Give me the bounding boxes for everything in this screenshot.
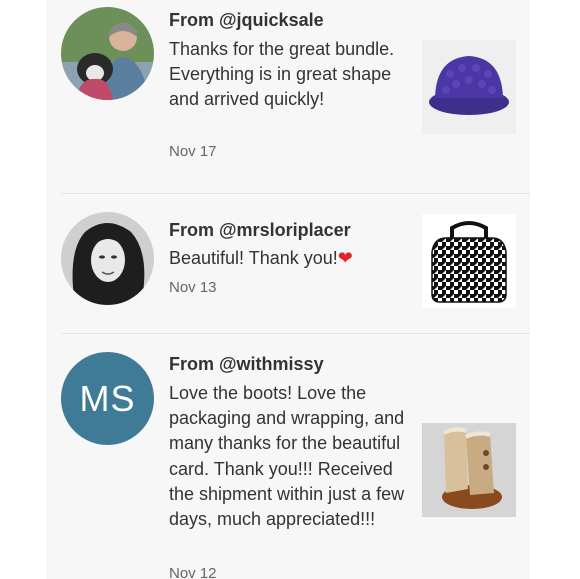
review-author[interactable]: From @jquicksale xyxy=(169,10,324,31)
review-date: Nov 12 xyxy=(169,565,217,579)
review-message-text: Beautiful! Thank you! xyxy=(169,248,338,268)
review-item: From @jquicksale Thanks for the great bu… xyxy=(46,0,530,193)
review-item: MS From @withmissy Love the boots! Love … xyxy=(46,334,530,579)
heart-icon: ❤ xyxy=(337,248,353,268)
review-item: From @mrsloriplacer Beautiful! Thank you… xyxy=(46,194,530,334)
user-photo xyxy=(61,212,154,305)
review-message: Beautiful! Thank you!❤ xyxy=(169,246,429,271)
purple-knit-hat-image xyxy=(422,40,516,134)
item-thumbnail[interactable] xyxy=(422,40,516,134)
houndstooth-lunch-bag-image xyxy=(422,214,516,308)
review-author[interactable]: From @withmissy xyxy=(169,354,324,375)
avatar[interactable]: MS xyxy=(61,352,154,445)
review-message: Thanks for the great bundle. Everything … xyxy=(169,39,395,110)
review-feed: From @jquicksale Thanks for the great bu… xyxy=(46,0,530,579)
tan-sheepskin-boots-image xyxy=(422,423,516,517)
item-thumbnail[interactable] xyxy=(422,214,516,308)
avatar[interactable] xyxy=(61,7,154,100)
avatar[interactable] xyxy=(61,212,154,305)
user-photo xyxy=(61,7,154,100)
review-date: Nov 13 xyxy=(169,279,217,296)
review-message: Love the boots! Love the packaging and w… xyxy=(169,383,405,530)
avatar-initials: MS xyxy=(61,352,154,445)
review-date: Nov 17 xyxy=(169,143,217,160)
item-thumbnail[interactable] xyxy=(422,423,516,517)
review-author[interactable]: From @mrsloriplacer xyxy=(169,220,351,241)
